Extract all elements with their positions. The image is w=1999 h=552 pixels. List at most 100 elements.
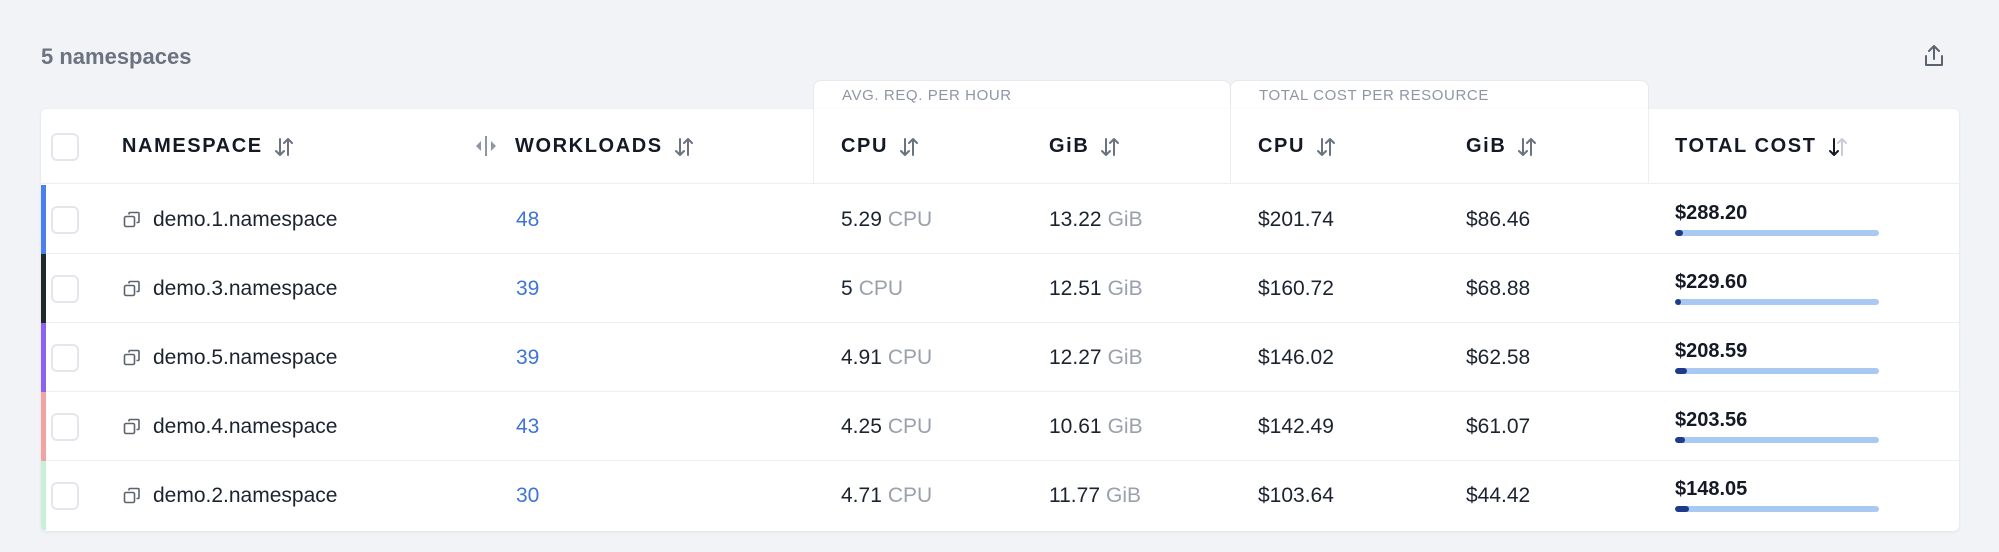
sort-icon[interactable] [1315, 136, 1337, 158]
cpu-cost-cell: $142.49 [1258, 392, 1334, 461]
column-header-workloads[interactable]: WORKLOADS [515, 109, 695, 184]
column-label: CPU [1258, 135, 1306, 157]
column-label: GiB [1049, 135, 1090, 157]
copy-icon[interactable] [123, 211, 141, 229]
cpu-cost-value: $146.02 [1258, 345, 1334, 369]
cost-share-bar-fill [1675, 229, 1684, 236]
table-row[interactable]: demo.2.namespace 30 4.71 CPU 11.77 GiB $… [41, 461, 1959, 530]
total-cost-value: $203.56 [1675, 408, 1748, 431]
cpu-req-value: 4.91 [841, 345, 882, 369]
cost-share-bar [1675, 229, 1879, 236]
cost-share-bar [1675, 505, 1879, 512]
sort-icon[interactable] [1099, 136, 1121, 158]
column-header-gib-req[interactable]: GiB [1049, 109, 1121, 184]
page-title: 5 namespaces [41, 44, 192, 69]
namespaces-cost-view: 5 namespaces AVG. REQ. PER HOUR TOTAL CO… [0, 0, 1999, 552]
cpu-cost-value: $142.49 [1258, 414, 1334, 438]
column-header-cpu-req[interactable]: CPU [841, 109, 920, 184]
cpu-req-value: 5.29 [841, 207, 882, 231]
workloads-cell: 43 [516, 392, 539, 461]
sort-icon[interactable] [673, 136, 695, 158]
namespace-name: demo.1.namespace [153, 207, 338, 231]
gib-cost-value: $61.07 [1466, 414, 1531, 438]
gib-req-value: 12.27 [1049, 345, 1102, 369]
workloads-link[interactable]: 43 [516, 415, 539, 439]
cpu-unit: CPU [887, 483, 933, 507]
workloads-cell: 39 [516, 254, 539, 323]
cpu-unit: CPU [887, 207, 933, 231]
total-cost-value: $148.05 [1675, 477, 1748, 500]
workloads-cell: 48 [516, 185, 539, 254]
gib-req-value: 10.61 [1049, 414, 1102, 438]
gib-req-value: 11.77 [1049, 483, 1100, 507]
column-header-total-cost[interactable]: TOTAL COST [1675, 109, 1849, 184]
select-all-checkbox[interactable] [51, 132, 79, 161]
export-button[interactable] [1918, 40, 1950, 72]
column-divider [1648, 109, 1649, 184]
resize-arrows-icon [476, 136, 496, 156]
gib-req-cell: 11.77 GiB [1049, 461, 1141, 530]
sort-icon[interactable] [1516, 136, 1538, 158]
total-cost-cell: $208.59 [1675, 323, 1879, 392]
namespace-color-stripe [41, 392, 46, 461]
column-header-cpu-cost[interactable]: CPU [1258, 109, 1337, 184]
row-checkbox[interactable] [51, 205, 79, 234]
total-cost-value: $208.59 [1675, 339, 1748, 362]
gib-cost-cell: $44.42 [1466, 461, 1530, 530]
cost-share-bar-fill [1675, 505, 1690, 512]
copy-icon[interactable] [123, 487, 141, 505]
gib-unit: GiB [1107, 207, 1143, 231]
total-cost-cell: $148.05 [1675, 461, 1879, 530]
row-checkbox[interactable] [51, 481, 79, 510]
cpu-req-cell: 5.29 CPU [841, 185, 932, 254]
copy-icon[interactable] [123, 418, 141, 436]
total-cost-cell: $288.20 [1675, 185, 1879, 254]
row-select-cell [51, 392, 79, 461]
cost-share-bar-fill [1675, 298, 1682, 305]
namespace-cell: demo.2.namespace [123, 461, 337, 530]
workloads-link[interactable]: 39 [516, 346, 539, 370]
total-cost-value: $229.60 [1675, 270, 1748, 293]
gib-req-cell: 12.51 GiB [1049, 254, 1143, 323]
column-resize-handle[interactable] [473, 135, 499, 157]
gib-cost-cell: $68.88 [1466, 254, 1530, 323]
gib-req-cell: 12.27 GiB [1049, 323, 1143, 392]
cpu-cost-cell: $103.64 [1258, 461, 1334, 530]
column-header-namespace[interactable]: NAMESPACE [122, 109, 295, 184]
namespace-cell: demo.1.namespace [123, 185, 337, 254]
namespace-color-stripe [41, 461, 46, 530]
gib-req-cell: 10.61 GiB [1049, 392, 1143, 461]
gib-cost-value: $86.46 [1466, 207, 1531, 231]
namespace-color-stripe [41, 254, 46, 323]
table-row[interactable]: demo.3.namespace 39 5 CPU 12.51 GiB $160… [41, 254, 1959, 323]
table-row[interactable]: demo.5.namespace 39 4.91 CPU 12.27 GiB $… [41, 323, 1959, 392]
namespace-name: demo.5.namespace [153, 345, 338, 369]
cpu-req-cell: 5 CPU [841, 254, 903, 323]
row-checkbox[interactable] [51, 274, 79, 303]
cpu-req-value: 5 [841, 276, 853, 300]
namespace-color-stripe [41, 323, 46, 392]
select-all-cell [51, 109, 79, 184]
copy-icon[interactable] [123, 349, 141, 367]
column-header-gib-cost[interactable]: GiB [1466, 109, 1538, 184]
column-divider [813, 109, 814, 184]
workloads-link[interactable]: 39 [516, 277, 539, 301]
cpu-cost-value: $103.64 [1258, 483, 1334, 507]
namespace-name: demo.3.namespace [153, 276, 338, 300]
table-row[interactable]: demo.1.namespace 48 5.29 CPU 13.22 GiB $… [41, 185, 1959, 254]
workloads-link[interactable]: 48 [516, 208, 539, 232]
gib-cost-cell: $61.07 [1466, 392, 1530, 461]
row-checkbox[interactable] [51, 343, 79, 372]
row-checkbox[interactable] [51, 412, 79, 441]
column-label: WORKLOADS [515, 135, 663, 157]
workloads-link[interactable]: 30 [516, 484, 539, 508]
gib-unit: GiB [1106, 483, 1142, 507]
sort-desc-active-icon[interactable] [1827, 136, 1849, 158]
copy-icon[interactable] [123, 280, 141, 298]
table-row[interactable]: demo.4.namespace 43 4.25 CPU 10.61 GiB $… [41, 392, 1959, 461]
namespace-name: demo.2.namespace [153, 483, 338, 507]
gib-cost-cell: $86.46 [1466, 185, 1530, 254]
sort-icon[interactable] [898, 136, 920, 158]
sort-icon[interactable] [273, 136, 295, 158]
cpu-req-cell: 4.71 CPU [841, 461, 932, 530]
